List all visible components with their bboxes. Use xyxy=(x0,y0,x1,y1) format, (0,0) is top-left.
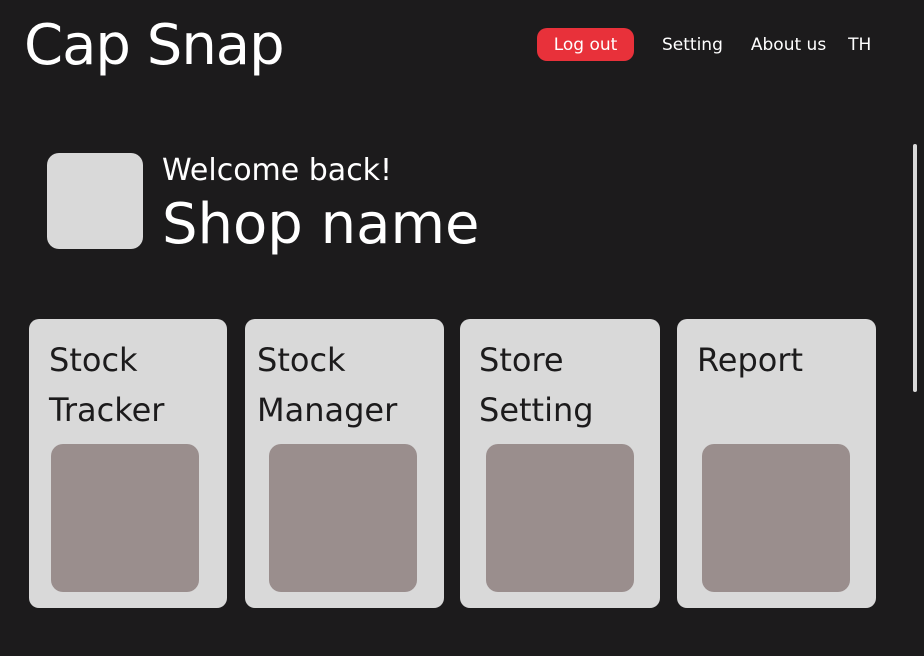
welcome-section: Welcome back! Shop name xyxy=(47,153,479,259)
page: Cap Snap Log out Setting About us TH Wel… xyxy=(0,0,924,656)
top-nav: Log out Setting About us TH xyxy=(537,28,871,61)
card-store-setting[interactable]: Store Setting xyxy=(460,319,660,608)
card-title: Stock Tracker xyxy=(49,341,165,429)
language-toggle[interactable]: TH xyxy=(848,35,871,55)
nav-link-about-us[interactable]: About us xyxy=(751,35,826,55)
shop-name: Shop name xyxy=(162,192,480,257)
card-title: Report xyxy=(697,341,804,379)
card-image-placeholder xyxy=(702,444,850,592)
welcome-text: Welcome back! Shop name xyxy=(162,153,479,259)
card-report[interactable]: Report xyxy=(677,319,876,608)
card-stock-tracker[interactable]: Stock Tracker xyxy=(29,319,227,608)
card-image-placeholder xyxy=(269,444,417,592)
vertical-scrollbar[interactable] xyxy=(913,144,917,392)
logout-button[interactable]: Log out xyxy=(537,28,634,61)
shop-avatar xyxy=(47,153,143,249)
nav-link-setting[interactable]: Setting xyxy=(662,35,723,55)
welcome-greeting: Welcome back! xyxy=(162,153,393,188)
card-title: Stock Manager xyxy=(257,341,398,429)
card-image-placeholder xyxy=(51,444,199,592)
card-title: Store Setting xyxy=(479,341,594,429)
card-image-placeholder xyxy=(486,444,634,592)
app-title: Cap Snap xyxy=(24,13,285,78)
card-stock-manager[interactable]: Stock Manager xyxy=(245,319,444,608)
